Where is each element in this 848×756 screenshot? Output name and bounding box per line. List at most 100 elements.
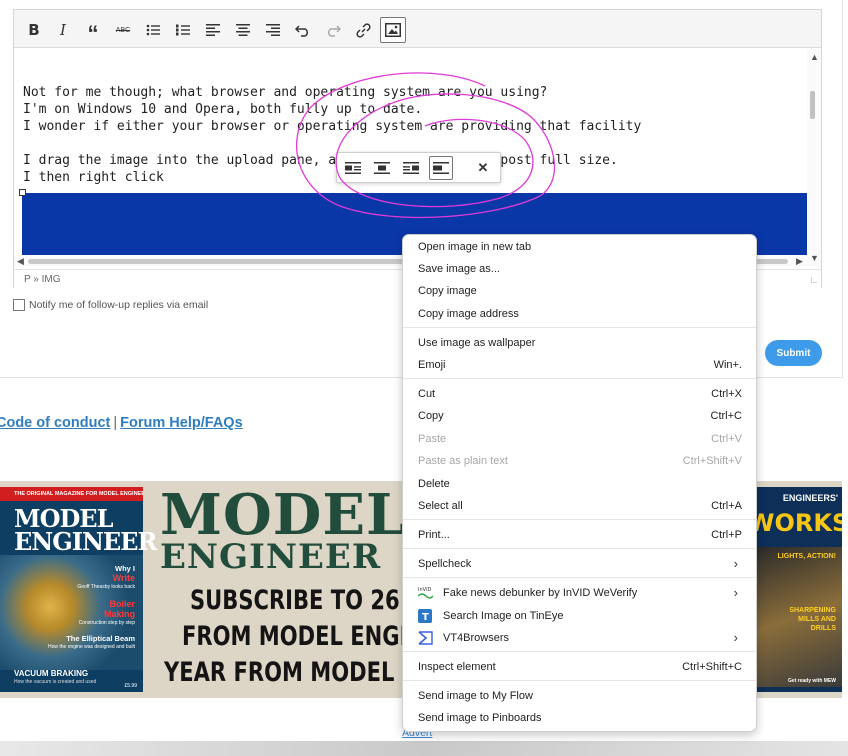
- scroll-left-icon[interactable]: ◀: [17, 256, 24, 267]
- insert-image-button[interactable]: [380, 17, 406, 43]
- submit-button[interactable]: Submit: [765, 340, 822, 366]
- menu-item-inspect-element[interactable]: Inspect element Ctrl+Shift+C: [403, 656, 756, 678]
- undo-button[interactable]: [290, 17, 316, 43]
- vertical-scroll-thumb[interactable]: [810, 91, 815, 119]
- image-align-toolbar: ✕: [336, 152, 501, 183]
- invid-icon: InVID: [418, 587, 433, 599]
- menu-item-open-image-new-tab[interactable]: Open image in new tab: [403, 236, 756, 258]
- element-path: P » IMG: [24, 274, 61, 285]
- svg-text:InVID: InVID: [418, 587, 432, 593]
- chevron-right-icon: ›: [733, 556, 738, 571]
- align-right-button[interactable]: [260, 17, 286, 43]
- scroll-right-icon[interactable]: ▶: [796, 256, 803, 267]
- menu-separator: [403, 651, 756, 652]
- menu-item-spellcheck[interactable]: Spellcheck ›: [403, 553, 756, 575]
- align-center-button[interactable]: [230, 17, 256, 43]
- menu-item-emoji[interactable]: Emoji Win+.: [403, 354, 756, 376]
- cover-line: DRILLS: [810, 625, 836, 632]
- menu-separator: [403, 577, 756, 578]
- scroll-up-icon[interactable]: ▲: [810, 52, 819, 62]
- redo-icon: [327, 24, 341, 37]
- align-image-right-button[interactable]: [399, 156, 423, 180]
- cover-line: LIGHTS, ACTION!: [777, 553, 836, 560]
- menu-item-paste-plain-text[interactable]: Paste as plain text Ctrl+Shift+V: [403, 450, 756, 472]
- bulleted-list-icon: [146, 24, 160, 36]
- cover-title: WORKSHOP: [752, 509, 842, 537]
- align-left-button[interactable]: [200, 17, 226, 43]
- menu-item-copy-image-address[interactable]: Copy image address: [403, 303, 756, 325]
- advert-headline-sub: ENGINEER: [160, 537, 382, 577]
- menu-item-tineye-search[interactable]: T Search Image on TinEye: [403, 605, 756, 627]
- image-icon: [385, 23, 401, 37]
- remove-image-button[interactable]: ✕: [471, 156, 495, 180]
- close-icon: ✕: [477, 160, 489, 175]
- footer-links: Code of conduct | Forum Help/FAQs: [0, 415, 243, 431]
- align-image-left-button[interactable]: [341, 156, 365, 180]
- menu-separator: [403, 519, 756, 520]
- blockquote-button[interactable]: “: [80, 17, 106, 46]
- cover-title: MODEL ENGINEER: [14, 507, 157, 556]
- menu-item-cut[interactable]: Cut Ctrl+X: [403, 383, 756, 405]
- text-line: I'm on Windows 10 and Opera, both fully …: [23, 102, 423, 117]
- notify-option[interactable]: Notify me of follow-up replies via email: [13, 299, 208, 311]
- align-left-icon: [206, 24, 220, 36]
- menu-separator: [403, 680, 756, 681]
- cover-line: MILLS AND: [798, 616, 836, 623]
- menu-item-send-to-my-flow[interactable]: Send image to My Flow: [403, 685, 756, 707]
- cover-line: The Elliptical Beam How the engine was d…: [47, 634, 135, 651]
- image-inline-icon: [433, 162, 449, 174]
- menu-separator: [403, 327, 756, 328]
- menu-item-save-image-as[interactable]: Save image as...: [403, 258, 756, 280]
- model-engineer-cover: THE ORIGINAL MAGAZINE FOR MODEL ENGINEER…: [0, 487, 157, 692]
- panel-border: [842, 0, 843, 378]
- cover-footer-sub: How the vacuum is created and used: [14, 679, 97, 685]
- cover-title-line: ENGINEER: [14, 527, 157, 556]
- code-of-conduct-link[interactable]: Code of conduct: [0, 415, 110, 431]
- tineye-icon: T: [418, 609, 432, 623]
- image-inline-button[interactable]: [429, 156, 453, 180]
- menu-item-invid-debunker[interactable]: InVID Fake news debunker by InVID WeVeri…: [403, 582, 756, 604]
- scroll-down-icon[interactable]: ▼: [810, 253, 819, 263]
- menu-item-send-to-pinboards[interactable]: Send image to Pinboards: [403, 707, 756, 729]
- cover-line: Boiler Making Construction step by step: [78, 599, 135, 626]
- align-right-icon: [266, 24, 280, 36]
- chevron-right-icon: ›: [733, 585, 738, 600]
- numbered-list-button[interactable]: [170, 17, 196, 43]
- cover-footer: Get ready with MEW: [787, 678, 836, 684]
- forum-help-link[interactable]: Forum Help/FAQs: [120, 415, 242, 431]
- menu-item-select-all[interactable]: Select all Ctrl+A: [403, 495, 756, 517]
- menu-item-vt4browsers[interactable]: VT4Browsers ›: [403, 627, 756, 649]
- menu-item-use-as-wallpaper[interactable]: Use image as wallpaper: [403, 332, 756, 354]
- menu-item-copy[interactable]: Copy Ctrl+C: [403, 405, 756, 427]
- notify-checkbox[interactable]: [13, 299, 25, 311]
- link-icon: [355, 22, 371, 38]
- numbered-list-icon: [176, 24, 190, 36]
- menu-item-copy-image[interactable]: Copy image: [403, 280, 756, 302]
- next-section-strip: [0, 741, 848, 756]
- align-image-center-button[interactable]: [370, 156, 394, 180]
- text-line: I wonder if either your browser or opera…: [23, 119, 642, 134]
- redo-button[interactable]: [320, 17, 346, 43]
- link-button[interactable]: [350, 17, 376, 43]
- text-line: I then right click: [23, 170, 164, 185]
- menu-item-delete[interactable]: Delete: [403, 473, 756, 495]
- align-image-left-icon: [345, 162, 361, 174]
- menu-item-print[interactable]: Print... Ctrl+P: [403, 524, 756, 546]
- cover-footer-title: VACUUM BRAKING: [14, 669, 89, 678]
- menu-item-paste[interactable]: Paste Ctrl+V: [403, 428, 756, 450]
- svg-text:T: T: [422, 612, 429, 623]
- resize-grip-icon[interactable]: ∟: [809, 275, 819, 286]
- notify-label: Notify me of follow-up replies via email: [29, 299, 209, 311]
- image-resize-handle[interactable]: [19, 189, 26, 196]
- bold-button[interactable]: B: [21, 17, 47, 43]
- cover-line: Why I Write Geoff Theasby looks back: [77, 564, 135, 591]
- text-line: I drag the image into the upload pane, a…: [23, 153, 618, 168]
- bulleted-list-button[interactable]: [140, 17, 166, 43]
- strikethrough-button[interactable]: ABC: [110, 17, 136, 43]
- advert-headline: MODEL: [160, 482, 407, 548]
- italic-button[interactable]: I: [50, 17, 76, 43]
- align-image-center-icon: [374, 162, 390, 174]
- vertical-scrollbar[interactable]: ▲ ▼: [807, 49, 821, 267]
- editor-toolbar: B I “ ABC: [14, 10, 821, 48]
- menu-separator: [403, 378, 756, 379]
